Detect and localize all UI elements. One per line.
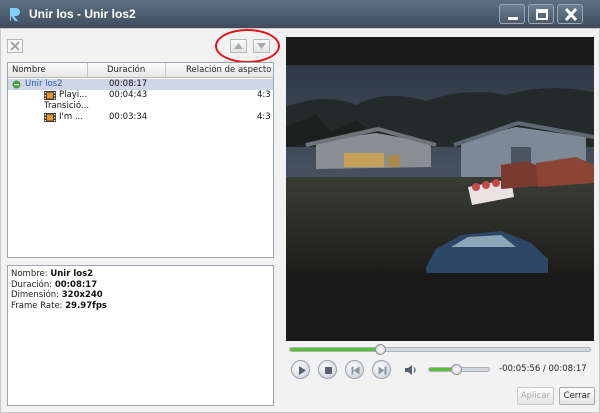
collapse-icon[interactable] (12, 80, 21, 89)
list-header: Nombre Duración Relación de aspecto (8, 63, 273, 78)
next-button[interactable] (372, 360, 391, 379)
item-aspect: 4:3 (257, 112, 271, 122)
list-item[interactable]: Playi... 00:04:43 4:3 (8, 90, 273, 101)
seek-bar[interactable] (289, 344, 591, 355)
seek-handle[interactable] (375, 344, 386, 355)
column-header-name[interactable]: Nombre (12, 63, 46, 78)
info-duration: Duración: 00:08:17 (11, 279, 98, 290)
video-preview[interactable] (286, 37, 594, 341)
maximize-button[interactable] (528, 4, 554, 24)
stop-button[interactable] (318, 360, 337, 379)
next-icon (378, 366, 387, 375)
item-duration: 00:08:17 (109, 79, 148, 89)
main-area: Nombre Duración Relación de aspecto Unir… (0, 28, 600, 413)
close-button[interactable]: Cerrar (559, 387, 595, 405)
info-framerate: Frame Rate: 29.97fps (11, 300, 107, 311)
list-item[interactable]: Transició... (8, 101, 273, 112)
list-item[interactable]: I'm ... 00:03:34 4:3 (8, 112, 273, 123)
previous-button[interactable] (345, 360, 364, 379)
maximize-icon (536, 9, 548, 20)
close-window-button[interactable] (557, 4, 583, 24)
info-panel: Nombre: Unir los2 Duración: 00:08:17 Dim… (7, 265, 274, 406)
clear-icon (10, 41, 20, 51)
list-item[interactable]: Unir los2 00:08:17 (8, 79, 273, 90)
play-icon (299, 366, 306, 375)
volume-icon[interactable] (404, 364, 418, 376)
close-icon (564, 7, 578, 22)
item-duration: 00:03:34 (109, 112, 148, 122)
item-name: Unir los2 (25, 79, 63, 89)
stop-icon (325, 367, 332, 374)
highlight-annotation (215, 29, 280, 63)
time-display: -00:05:56 / 00:08:17 (499, 364, 587, 374)
seek-progress (290, 348, 380, 351)
clear-button[interactable] (7, 39, 23, 53)
window-title: Unir los - Unir los2 (29, 7, 136, 21)
title-bar: Unir los - Unir los2 (0, 0, 600, 28)
film-icon (44, 91, 56, 100)
column-header-aspect[interactable]: Relación de aspecto (186, 63, 271, 78)
play-button[interactable] (291, 360, 310, 379)
item-name: Transició... (44, 101, 90, 111)
film-icon (44, 113, 56, 122)
volume-handle[interactable] (451, 364, 462, 375)
item-duration: 00:04:43 (109, 90, 148, 100)
app-logo-icon (10, 8, 20, 21)
info-name: Nombre: Unir los2 (11, 269, 94, 279)
item-name: I'm ... (59, 112, 83, 122)
previous-icon (351, 366, 360, 375)
item-name: Playi... (59, 90, 88, 100)
file-list: Nombre Duración Relación de aspecto Unir… (7, 62, 274, 258)
item-aspect: 4:3 (257, 90, 271, 100)
volume-slider[interactable] (428, 364, 490, 375)
column-header-duration[interactable]: Duración (107, 63, 145, 78)
minimize-icon (508, 17, 518, 20)
apply-button[interactable]: Aplicar (517, 387, 554, 405)
minimize-button[interactable] (499, 4, 525, 24)
video-frame (286, 37, 594, 341)
info-dimension: Dimensión: 320x240 (11, 290, 103, 300)
